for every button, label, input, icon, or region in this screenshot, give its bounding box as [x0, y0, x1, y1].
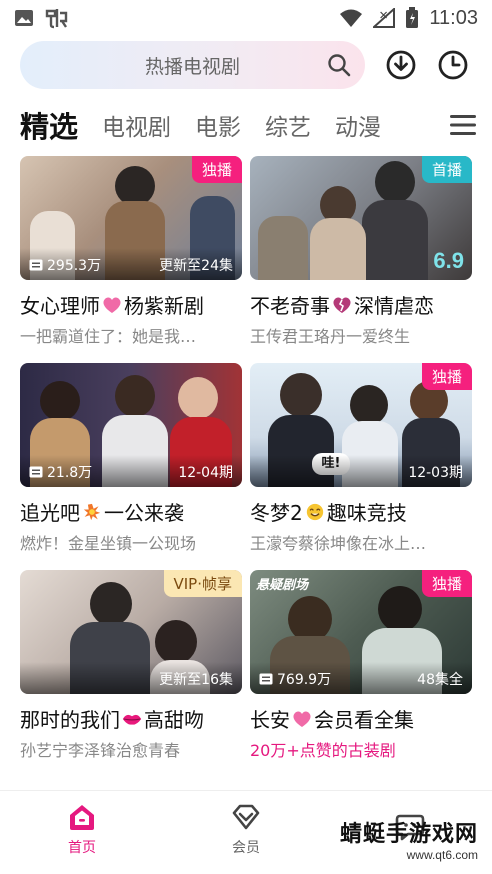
poster-image[interactable]: 首播 6.9 — [250, 156, 472, 280]
video-card[interactable]: 哇! 独播 12-03期 冬梦2 趣味竞技 王濛夸蔡徐坤像在冰上… — [250, 363, 472, 554]
title-part-a: 追光吧 — [20, 501, 80, 525]
search-icon[interactable] — [327, 53, 351, 77]
history-icon[interactable] — [437, 49, 469, 81]
card-subtitle: 一把霸道住了：她是我… — [20, 327, 197, 346]
card-title: 那时的我们 高甜吻 — [20, 704, 242, 733]
play-count-icon — [29, 466, 43, 478]
image-icon — [15, 10, 33, 26]
nav-home[interactable]: 首页 — [0, 791, 164, 874]
episode-status: 12-03期 — [408, 465, 463, 481]
exclusive-badge: 独播 — [421, 570, 472, 597]
heart-icon — [293, 711, 311, 727]
wifi-icon — [340, 9, 363, 27]
exclusive-badge: 独播 — [191, 156, 242, 183]
poster-overlay: 更新至16集 — [20, 662, 242, 694]
poster-overlay: 12-03期 — [250, 455, 472, 487]
title-part-a: 冬梦2 — [250, 501, 303, 525]
card-subtitle: 王濛夸蔡徐坤像在冰上… — [250, 534, 427, 553]
tab-tv[interactable]: 电视剧 — [102, 108, 171, 142]
card-subtitle: 孙艺宁李泽锋治愈青春 — [20, 741, 181, 760]
poster-overlay: 21.8万 12-04期 — [20, 455, 242, 487]
menu-icon[interactable] — [450, 114, 476, 136]
vip-badge: VIP·帧享 — [163, 570, 242, 597]
card-subtitle: 20万+点赞的古装剧 — [250, 741, 396, 760]
view-count: 21.8万 — [29, 462, 92, 482]
view-count-text: 769.9万 — [277, 672, 332, 688]
poster-overlay: 295.3万 更新至24集 — [20, 248, 242, 280]
search-row: 热播电视剧 — [20, 40, 480, 90]
episode-status: 48集全 — [417, 672, 463, 688]
title-part-b: 高甜吻 — [144, 708, 204, 732]
title-part-a: 女心理师 — [20, 294, 100, 318]
diamond-icon — [232, 804, 260, 829]
status-bar: 11:03 — [0, 0, 492, 36]
video-card[interactable]: 首播 6.9 不老奇事 深情虐恋 王传君王珞丹一爱终生 — [250, 156, 472, 347]
tab-anime[interactable]: 动漫 — [335, 108, 381, 142]
exclusive-badge: 独播 — [421, 363, 472, 390]
card-title: 女心理师 杨紫新剧 — [20, 290, 242, 319]
search-placeholder: 热播电视剧 — [144, 55, 240, 78]
view-count: 769.9万 — [259, 669, 331, 689]
nav-home-label: 首页 — [68, 839, 96, 856]
battery-icon — [406, 7, 419, 28]
premiere-badge: 首播 — [421, 156, 472, 183]
card-title: 长安 会员看全集 — [250, 704, 472, 733]
explosion-icon — [83, 503, 101, 520]
watermark-url: www.qt6.com — [406, 848, 478, 862]
watermark-main: 蜻蜓手游戏网 — [339, 822, 478, 847]
video-card[interactable]: 悬疑剧场 独播 769.9万 48集全 长安 会员看全集 20万+点赞的古装剧 — [250, 570, 472, 761]
watermark: 蜻蜓手游戏网 www.qt6.com — [340, 816, 478, 862]
view-count-text: 21.8万 — [47, 465, 93, 481]
search-input[interactable]: 热播电视剧 — [20, 41, 365, 89]
title-part-b: 一公来袭 — [104, 501, 184, 525]
smile-emoji-icon — [306, 503, 323, 520]
home-icon — [70, 804, 94, 830]
episode-status: 更新至16集 — [159, 672, 233, 688]
title-part-b: 趣味竞技 — [326, 501, 407, 525]
episode-status: 更新至24集 — [159, 258, 233, 274]
tab-movie[interactable]: 电影 — [195, 108, 241, 142]
title-part-b: 会员看全集 — [314, 708, 414, 732]
card-title: 追光吧 一公来袭 — [20, 497, 242, 526]
card-subtitle: 燃炸！金星坐镇一公现场 — [20, 534, 197, 553]
bug-icon — [45, 9, 68, 29]
tab-variety[interactable]: 综艺 — [265, 108, 311, 142]
video-card[interactable]: 21.8万 12-04期 追光吧 一公来袭 燃炸！金星坐镇一公现场 — [20, 363, 242, 554]
view-count: 295.3万 — [29, 255, 101, 275]
title-part-a: 那时的我们 — [20, 708, 120, 732]
poster-image[interactable]: 悬疑剧场 独播 769.9万 48集全 — [250, 570, 472, 694]
broken-heart-icon — [333, 297, 351, 313]
title-part-b: 深情虐恋 — [354, 294, 434, 318]
card-title: 不老奇事 深情虐恋 — [250, 290, 472, 319]
video-card[interactable]: 独播 295.3万 更新至24集 女心理师 杨紫新剧 一把霸道住了：她是我… — [20, 156, 242, 347]
video-card[interactable]: VIP·帧享 更新至16集 那时的我们 高甜吻 孙艺宁李泽锋治愈青春 — [20, 570, 242, 761]
episode-status: 12-04期 — [178, 465, 233, 481]
poster-image[interactable]: 独播 295.3万 更新至24集 — [20, 156, 242, 280]
card-title: 冬梦2 趣味竞技 — [250, 497, 472, 526]
download-icon[interactable] — [385, 49, 417, 81]
poster-image[interactable]: VIP·帧享 更新至16集 — [20, 570, 242, 694]
signal-icon — [373, 8, 396, 28]
play-count-icon — [29, 259, 43, 271]
nav-vip-label: 会员 — [232, 839, 260, 856]
nav-vip[interactable]: 会员 — [164, 791, 328, 874]
kiss-lips-icon — [122, 714, 142, 725]
poster-overlay: 769.9万 48集全 — [250, 662, 472, 694]
tab-featured[interactable]: 精选 — [20, 104, 78, 146]
play-count-icon — [259, 673, 273, 685]
category-tabs: 精选 电视剧 电影 综艺 动漫 — [20, 102, 480, 148]
title-part-b: 杨紫新剧 — [124, 294, 204, 318]
heart-icon — [103, 297, 121, 313]
suspense-theater-logo: 悬疑剧场 — [256, 578, 309, 593]
status-time: 11:03 — [429, 6, 478, 29]
card-subtitle: 王传君王珞丹一爱终生 — [250, 327, 411, 346]
view-count-text: 295.3万 — [47, 258, 102, 274]
title-part-a: 长安 — [250, 708, 290, 732]
title-part-a: 不老奇事 — [250, 294, 330, 318]
rating-score: 6.9 — [433, 248, 464, 273]
poster-image[interactable]: 21.8万 12-04期 — [20, 363, 242, 487]
poster-image[interactable]: 哇! 独播 12-03期 — [250, 363, 472, 487]
